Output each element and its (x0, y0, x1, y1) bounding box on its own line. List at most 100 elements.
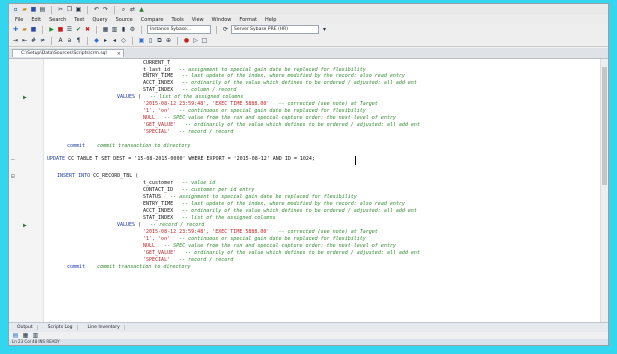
macro-record-icon[interactable]: ● (183, 37, 190, 44)
undo-icon[interactable]: ↶ (93, 6, 100, 13)
results-icon[interactable]: ▥ (32, 332, 39, 339)
tab-line-inventory[interactable]: Line Inventory (84, 325, 125, 330)
code-line[interactable]: '2015-08-12 23:59:48', 'EXEC TIME 5888.0… (143, 229, 378, 236)
new-file-icon[interactable]: ▫ (12, 6, 19, 13)
fold-marker-icon[interactable]: ▶ (23, 94, 27, 101)
code-line[interactable]: NULL -- SPEC value from the run and spec… (143, 115, 396, 122)
menu-query[interactable]: Query (88, 17, 111, 23)
redo-icon[interactable]: ↷ (102, 6, 109, 13)
stop-icon[interactable]: ■ (57, 26, 64, 33)
code-line[interactable]: UPDATE CC TABLE T SET DEST = '15-08-2015… (47, 156, 315, 163)
copy-icon[interactable]: ❐ (66, 6, 73, 13)
bookmark-icon[interactable]: ▲ (138, 6, 145, 13)
macro-stop-icon[interactable]: □ (201, 37, 208, 44)
replace-icon[interactable]: ⇄ (129, 6, 136, 13)
tab-output[interactable]: Output (13, 325, 38, 330)
clear-bookmarks-icon[interactable]: ◇ (120, 37, 127, 44)
object-browser-icon[interactable]: ▦ (22, 332, 29, 339)
menu-search[interactable]: Search (45, 17, 70, 23)
code-line[interactable]: commit commit transaction to directory (67, 143, 190, 150)
code-line[interactable]: ACCT_INDEX -- ordinarily of the value wh… (143, 208, 417, 215)
comment-icon[interactable]: # (30, 37, 37, 44)
commit-icon[interactable]: ✔ (75, 26, 82, 33)
find-icon[interactable]: ⌕ (120, 6, 127, 13)
split-icon[interactable]: ▯ (147, 37, 154, 44)
window-list-icon[interactable]: ▤ (12, 332, 19, 339)
code-line[interactable]: NULL -- SPEC value from the run and spec… (143, 243, 396, 250)
code-line[interactable]: '2015-08-12 23:59:48', 'EXEC TIME 5888.0… (143, 101, 378, 108)
compare-icon[interactable]: ⧉ (156, 37, 163, 44)
code-line[interactable]: ACCT_INDEX -- ordinarily of the value wh… (143, 80, 417, 87)
zoom-icon[interactable]: ⊕ (165, 37, 172, 44)
code-line[interactable]: VALUES ( -- record / record (117, 222, 204, 229)
code-line[interactable]: 'GET_VALUE' -- ordinarily of the value w… (143, 122, 420, 129)
macro-play-icon[interactable]: ▷ (192, 37, 199, 44)
uppercase-icon[interactable]: A (57, 37, 64, 44)
scrollbar-thumb[interactable] (602, 67, 607, 185)
new-query-icon[interactable]: ✚ (12, 26, 19, 33)
tab-scripts-log[interactable]: Scripts Log (44, 325, 78, 330)
database-combo[interactable]: Server Sybase PRE (HR) (231, 25, 319, 34)
code-line[interactable]: STAT_INDEX -- list of the assigned colum… (143, 215, 275, 222)
code-line[interactable]: STAT_INDEX -- column / record (143, 87, 236, 94)
connection-combo[interactable]: Instance Sybase... (147, 25, 211, 34)
menu-help[interactable]: Help (261, 17, 280, 23)
next-bookmark-icon[interactable]: ▸ (102, 37, 109, 44)
chart-icon[interactable]: ▮ (120, 26, 127, 33)
tab-editor-file[interactable]: C:\Setup\Data\Sources\Scripts\crm.sql × (12, 49, 124, 57)
indent-icon[interactable]: ⇥ (12, 37, 19, 44)
explain-plan-icon[interactable]: ☰ (66, 26, 73, 33)
menu-text[interactable]: Text (70, 17, 88, 23)
chevron-down-icon[interactable]: ▾ (321, 26, 328, 33)
menu-format[interactable]: Format (235, 17, 261, 23)
code-line[interactable]: ENTRY_TIME -- last update of the index, … (143, 201, 405, 208)
open-query-icon[interactable]: ▰ (21, 26, 28, 33)
fold-marker-icon[interactable]: – (11, 156, 15, 163)
vertical-scrollbar[interactable] (600, 59, 608, 322)
paste-icon[interactable]: ▣ (75, 6, 82, 13)
code-line[interactable]: '1', 'on' -- continuous or special gain … (143, 236, 366, 243)
code-line[interactable]: INSERT INTO CC_RECORD_TBL ( (57, 173, 138, 180)
code-line[interactable]: '1', 'on' -- continuous or special gain … (143, 108, 366, 115)
code-line[interactable]: ENTRY_TIME -- last update of the index, … (143, 73, 405, 80)
code-line[interactable]: VALUES ( -- list of the assigned columns (117, 94, 243, 101)
code-line[interactable]: 'SPECIAL' -- record / record (143, 129, 233, 136)
code-line[interactable]: 'GET_VALUE' -- ordinarily of the value w… (143, 250, 420, 257)
prev-bookmark-icon[interactable]: ◂ (111, 37, 118, 44)
rollback-icon[interactable]: ✖ (84, 26, 91, 33)
settings-icon[interactable]: ⚙ (129, 26, 136, 33)
menu-source[interactable]: Source (112, 17, 137, 23)
menu-window[interactable]: Window (208, 17, 236, 23)
print-icon[interactable]: ▤ (39, 6, 46, 13)
menu-edit[interactable]: Edit (27, 17, 45, 23)
code-line[interactable]: CURRENT_T (143, 60, 170, 67)
refresh-icon[interactable]: ⟳ (222, 26, 229, 33)
window-icon[interactable]: ▣ (138, 37, 145, 44)
cut-icon[interactable]: ✂ (57, 6, 64, 13)
sql-editor[interactable]: ▶ – ⊟ ▶ CURRENT_T t_last_id -- assignment… (9, 59, 608, 322)
menu-compare[interactable]: Compare (137, 17, 168, 23)
fold-marker-icon[interactable]: ▶ (23, 222, 27, 229)
menu-file[interactable]: File (11, 17, 27, 23)
lowercase-icon[interactable]: a (66, 37, 73, 44)
close-icon[interactable]: × (117, 50, 121, 57)
fold-marker-icon[interactable]: ⊟ (11, 173, 15, 180)
format-icon[interactable]: ¶ (75, 37, 82, 44)
menu-view[interactable]: View (188, 17, 208, 23)
table-icon[interactable]: ▦ (102, 26, 109, 33)
execute-icon[interactable]: ▶ (48, 26, 55, 33)
open-folder-icon[interactable]: ▰ (21, 6, 28, 13)
uncomment-icon[interactable]: ≠ (39, 37, 46, 44)
save-query-icon[interactable]: ■ (30, 26, 37, 33)
code-line[interactable]: STATUS -- assignment to special gain dat… (143, 194, 357, 201)
menu-tools[interactable]: Tools (167, 17, 187, 23)
code-line[interactable]: CONTACT_ID -- customer per id entry (143, 187, 254, 194)
code-line[interactable]: commit commit transaction to directory (67, 264, 190, 271)
outdent-icon[interactable]: ⇤ (21, 37, 28, 44)
grid-icon[interactable]: ▥ (111, 26, 118, 33)
code-line[interactable]: t_customer -- value id (143, 180, 215, 187)
toolbar-separator (42, 25, 43, 34)
save-icon[interactable]: ■ (30, 6, 37, 13)
code-line[interactable]: 'SPECIAL' -- record / record (143, 257, 233, 264)
bookmark-toggle-icon[interactable]: ◆ (93, 37, 100, 44)
